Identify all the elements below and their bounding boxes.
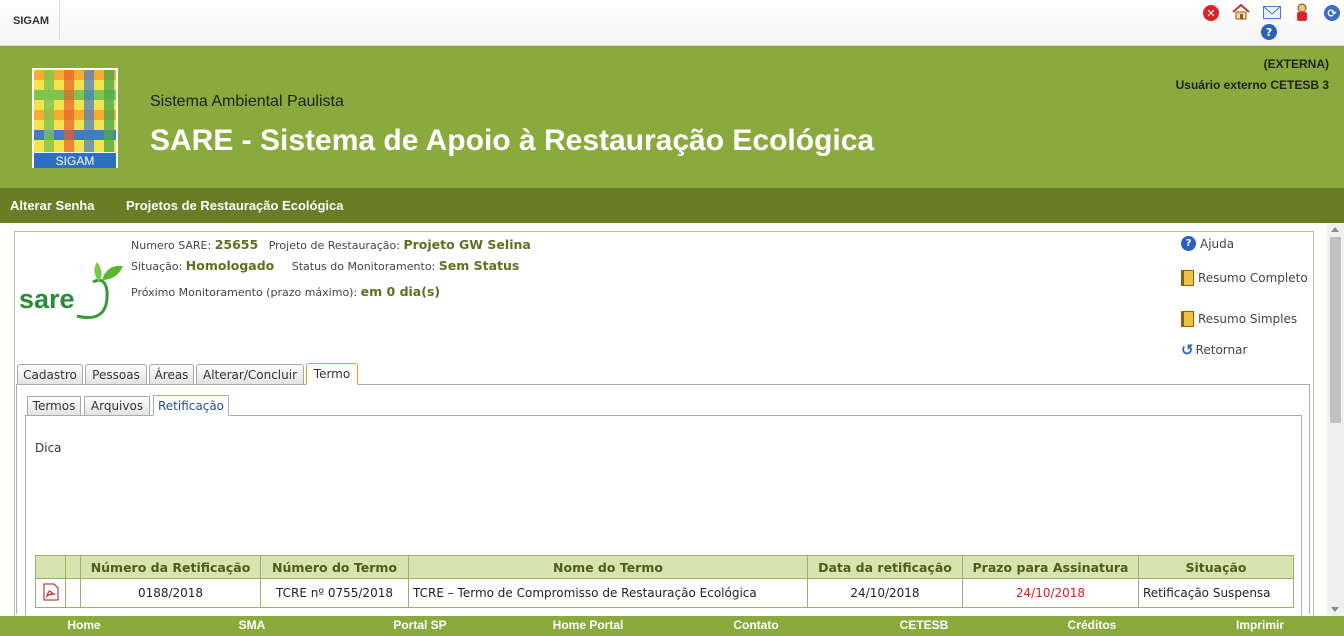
help-icon: ?: [1181, 236, 1196, 251]
nome-termo-cell: TCRE – Termo de Compromisso de Restauraç…: [408, 578, 808, 608]
tab-pessoas[interactable]: Pessoas: [85, 364, 147, 384]
footer-link-home-portal[interactable]: Home Portal: [553, 618, 624, 632]
user-info: (EXTERNA) Usuário externo CETESB 3: [1176, 54, 1329, 96]
retornar-link[interactable]: ↺ Retornar: [1181, 341, 1247, 359]
tab-cadastro[interactable]: Cadastro: [17, 364, 83, 384]
footer: Home SMA Portal SP Home Portal Contato C…: [0, 616, 1344, 636]
proximo-value: em 0 dia(s): [360, 284, 441, 299]
numero-retificacao-cell: 0188/2018: [80, 578, 261, 608]
situacao-value: Homologado: [185, 258, 275, 273]
pdf-cell: [35, 578, 66, 608]
table-header-row: Número da Retificação Número do Termo No…: [35, 555, 1294, 579]
numero-termo-cell: TCRE nº 0755/2018: [260, 578, 409, 608]
system-subtitle: Sistema Ambiental Paulista: [150, 93, 344, 110]
numero-sare-value: 25655: [214, 237, 259, 252]
resumo-completo-link[interactable]: Resumo Completo: [1181, 270, 1308, 286]
column-header-numero-termo: Número do Termo: [260, 555, 409, 579]
header-banner: SIGAM Sistema Ambiental Paulista SARE - …: [0, 46, 1344, 188]
sare-logo: sare: [17, 246, 128, 345]
situacao-row: Situação: Homologado Status do Monitoram…: [131, 258, 519, 273]
resumo-simples-label: Resumo Simples: [1198, 312, 1298, 326]
blank-cell: [65, 578, 81, 608]
numero-sare-row: Numero SARE: 25655 Projeto de Restauraçã…: [131, 237, 531, 252]
footer-link-home[interactable]: Home: [67, 618, 100, 632]
retificacao-table: Número da Retificação Número do Termo No…: [35, 555, 1294, 608]
tab-termo[interactable]: Termo: [306, 363, 358, 385]
resumo-simples-link[interactable]: Resumo Simples: [1181, 311, 1297, 327]
user-type: (EXTERNA): [1263, 57, 1329, 71]
scrollbar-thumb[interactable]: [1330, 237, 1341, 423]
status-value: Sem Status: [438, 258, 520, 273]
app-name: SIGAM: [0, 0, 60, 40]
home-icon[interactable]: [1232, 3, 1250, 20]
page-title: SARE - Sistema de Apoio à Restauração Ec…: [150, 124, 875, 157]
situacao-label: Situação:: [131, 260, 183, 273]
logo-text: SIGAM: [56, 154, 95, 168]
ajuda-label: Ajuda: [1200, 236, 1235, 251]
main-nav: Alterar Senha Projetos de Restauração Ec…: [0, 188, 1344, 223]
column-header-data-retificacao: Data da retificação: [807, 555, 963, 579]
numero-sare-label: Numero SARE:: [131, 239, 212, 252]
pdf-icon[interactable]: [43, 583, 59, 604]
tab-alterar-concluir[interactable]: Alterar/Concluir: [196, 364, 304, 384]
dica-text: Dica: [35, 441, 62, 455]
ajuda-link[interactable]: ? Ajuda: [1181, 236, 1234, 251]
column-header-numero-retificacao: Número da Retificação: [80, 555, 261, 579]
resumo-completo-label: Resumo Completo: [1198, 271, 1308, 285]
prazo-assinatura-cell: 24/10/2018: [962, 578, 1139, 608]
column-header-prazo-assinatura: Prazo para Assinatura: [962, 555, 1139, 579]
status-label: Status do Monitoramento:: [291, 260, 436, 273]
close-icon[interactable]: ✕: [1203, 5, 1219, 21]
footer-link-portal-sp[interactable]: Portal SP: [393, 618, 446, 632]
footer-link-contato[interactable]: Contato: [733, 618, 778, 632]
proximo-label: Próximo Monitoramento (prazo máximo):: [131, 286, 358, 299]
sare-logo-text: sare: [19, 284, 75, 314]
footer-link-creditos[interactable]: Créditos: [1068, 618, 1117, 632]
footer-link-cetesb[interactable]: CETESB: [900, 618, 949, 632]
logout-icon[interactable]: ⟳: [1324, 5, 1340, 21]
column-header-blank: [65, 555, 81, 579]
column-header-icon: [35, 555, 66, 579]
return-icon: ↺: [1181, 341, 1194, 359]
subtab-retificacao[interactable]: Retificação: [153, 395, 229, 416]
footer-link-sma[interactable]: SMA: [239, 618, 266, 632]
projeto-value: Projeto GW Selina: [403, 237, 531, 252]
data-retificacao-cell: 24/10/2018: [807, 578, 963, 608]
nav-projetos[interactable]: Projetos de Restauração Ecológica: [126, 198, 343, 213]
column-header-nome-termo: Nome do Termo: [408, 555, 808, 579]
sigam-logo: SIGAM: [32, 68, 118, 168]
column-header-situacao: Situação: [1138, 555, 1294, 579]
user-name: Usuário externo CETESB 3: [1175, 78, 1329, 92]
top-bar: SIGAM ✕ ⟳ ?: [0, 0, 1344, 46]
notebook-icon: [1181, 270, 1194, 286]
subtab-termos[interactable]: Termos: [27, 396, 81, 415]
footer-link-imprimir[interactable]: Imprimir: [1236, 618, 1284, 632]
projeto-label: Projeto de Restauração:: [268, 239, 400, 252]
table-row[interactable]: 0188/2018 TCRE nº 0755/2018 TCRE – Termo…: [35, 578, 1294, 608]
mail-icon[interactable]: [1263, 6, 1281, 19]
user-icon[interactable]: [1295, 3, 1309, 22]
tab-areas[interactable]: Áreas: [149, 364, 194, 384]
proximo-row: Próximo Monitoramento (prazo máximo): em…: [131, 284, 440, 299]
retornar-label: Retornar: [1195, 343, 1248, 357]
vertical-scrollbar[interactable]: [1327, 223, 1344, 616]
nav-alterar-senha[interactable]: Alterar Senha: [10, 198, 95, 213]
help-icon[interactable]: ?: [1261, 24, 1277, 40]
scroll-up-icon[interactable]: [1331, 227, 1339, 232]
situacao-cell: Retificação Suspensa: [1138, 578, 1294, 608]
scroll-down-icon[interactable]: [1331, 607, 1339, 612]
subtab-arquivos[interactable]: Arquivos: [84, 396, 150, 415]
notebook-icon: [1181, 311, 1194, 327]
